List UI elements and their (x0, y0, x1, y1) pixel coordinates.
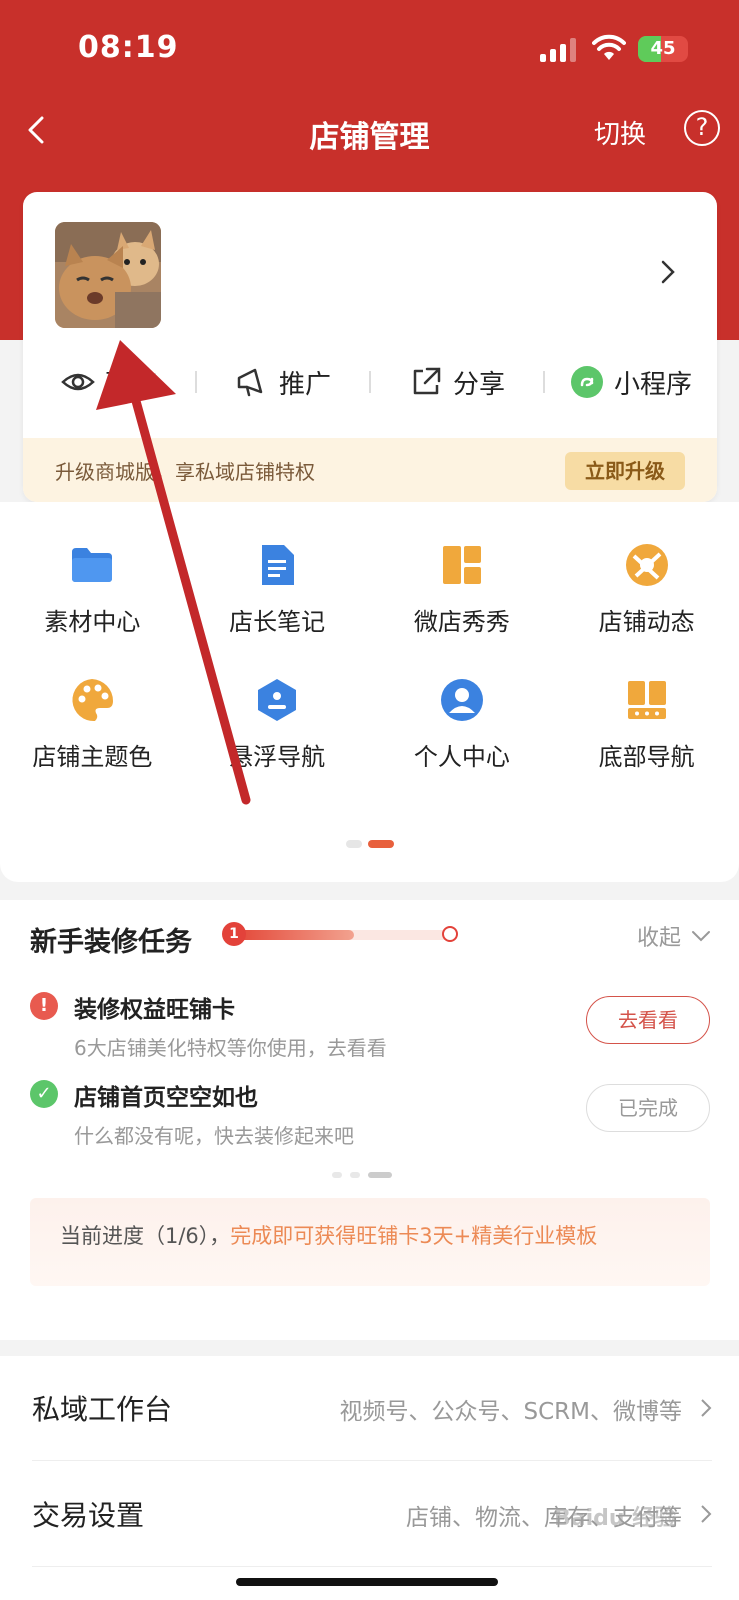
task-item: ✓ 店铺首页空空如也 什么都没有呢，快去装修起来吧 已完成 (30, 1076, 710, 1156)
user-icon (440, 679, 483, 721)
progress-end-marker (442, 926, 458, 942)
preview-button[interactable]: 预览 (23, 364, 195, 401)
grid-item-theme-color[interactable]: 店铺主题色 (0, 677, 185, 772)
mini-program-icon (570, 366, 603, 398)
share-label: 分享 (452, 369, 505, 400)
promote-button[interactable]: 推广 (197, 364, 369, 401)
chevron-right-icon (701, 1505, 712, 1523)
list-item-label: 交易设置 (32, 1499, 145, 1532)
upgrade-button[interactable]: 立即升级 (565, 452, 685, 490)
task-desc: 什么都没有呢，快去装修起来吧 (74, 1124, 354, 1148)
task-item: ! 装修权益旺铺卡 6大店铺美化特权等你使用，去看看 去看看 (30, 988, 710, 1068)
watermark: Baidu 经验 (554, 1506, 677, 1531)
divider (32, 1566, 712, 1567)
tools-grid: 素材中心 店长笔记 微店秀秀 店铺动态 店铺主题色 悬浮导航 个人中心 底部导航 (0, 542, 739, 772)
switch-store-button[interactable]: 切换 (594, 114, 646, 151)
mini-program-label: 小程序 (613, 369, 692, 400)
megaphone-icon (237, 368, 263, 397)
upgrade-banner: 升级商城版，享私域店铺特权 立即升级 (23, 438, 717, 502)
grid-item-store-feed[interactable]: 店铺动态 (554, 542, 739, 637)
upgrade-text: 升级商城版，享私域店铺特权 (55, 460, 315, 484)
task-progress-bar: 1 (222, 922, 458, 946)
collapse-label: 收起 (636, 926, 681, 951)
tools-panel: 素材中心 店长笔记 微店秀秀 店铺动态 店铺主题色 悬浮导航 个人中心 底部导航 (0, 502, 739, 882)
grid-item-bottom-nav[interactable]: 底部导航 (554, 677, 739, 772)
grid-item-label: 微店秀秀 (413, 608, 510, 636)
signal-icon (540, 38, 576, 62)
grid-item-label: 素材中心 (44, 608, 141, 636)
status-time: 08:19 (78, 30, 179, 65)
navigation-bar: 店铺管理 切换 ? (0, 100, 739, 160)
warning-icon: ! (30, 992, 58, 1020)
home-indicator[interactable] (236, 1578, 498, 1586)
grid-item-label: 店长笔记 (229, 608, 326, 636)
collapse-button[interactable]: 收起 (637, 920, 711, 952)
list-item-private-workbench[interactable]: 私域工作台 视频号、公众号、SCRM、微博等 (32, 1356, 712, 1460)
grid-item-material-center[interactable]: 素材中心 (0, 542, 185, 637)
store-detail-chevron-icon[interactable] (659, 258, 677, 286)
grid-item-floating-nav[interactable]: 悬浮导航 (185, 677, 370, 772)
aperture-icon (625, 544, 668, 586)
progress-note: 当前进度（1/6），完成即可获得旺铺卡3天+精美行业模板 (30, 1198, 710, 1286)
folder-icon (72, 548, 113, 582)
task-panel: 新手装修任务 1 收起 ! 装修权益旺铺卡 6大店铺美化特权等你使用，去看看 去… (0, 900, 739, 1340)
completed-button: 已完成 (586, 1084, 710, 1132)
share-button[interactable]: 分享 (371, 364, 543, 401)
share-icon (413, 367, 441, 395)
list-item-label: 私域工作台 (32, 1393, 173, 1426)
grid-page-indicator (346, 840, 394, 848)
wifi-icon (592, 34, 626, 60)
progress-start-marker: 1 (222, 922, 246, 946)
grid-item-label: 悬浮导航 (229, 743, 326, 771)
help-icon[interactable]: ? (684, 110, 720, 146)
palette-icon (72, 679, 114, 722)
task-page-indicator (332, 1172, 396, 1178)
task-name: 装修权益旺铺卡 (74, 997, 235, 1023)
task-name: 店铺首页空空如也 (74, 1085, 258, 1111)
layout-icon (442, 546, 481, 584)
eye-icon (61, 373, 95, 391)
progress-note-prefix: 当前进度（1/6）， (60, 1224, 231, 1248)
store-actions: 预览 推广 分享 小程序 (23, 352, 717, 412)
store-card: 预览 推广 分享 小程序 升级商城版，享私域店铺特权 立即升级 (23, 192, 717, 502)
mini-program-button[interactable]: 小程序 (545, 364, 717, 401)
battery-icon: 45 (638, 36, 688, 62)
chevron-right-icon (701, 1399, 712, 1417)
chevron-down-icon (692, 931, 710, 942)
bottom-nav-icon (627, 681, 666, 719)
promote-label: 推广 (278, 369, 331, 400)
progress-note-reward: 完成即可获得旺铺卡3天+精美行业模板 (230, 1224, 598, 1248)
battery-level: 45 (650, 38, 676, 59)
grid-item-weidian-show[interactable]: 微店秀秀 (370, 542, 555, 637)
divider (32, 1460, 712, 1461)
grid-item-label: 底部导航 (598, 743, 695, 771)
store-avatar[interactable] (55, 222, 161, 328)
grid-item-label: 个人中心 (413, 743, 510, 771)
grid-item-manager-notes[interactable]: 店长笔记 (185, 542, 370, 637)
settings-list: 私域工作台 视频号、公众号、SCRM、微博等 交易设置 店铺、物流、库存、支付等 (0, 1356, 739, 1600)
grid-item-personal-center[interactable]: 个人中心 (370, 677, 555, 772)
grid-item-label: 店铺主题色 (32, 743, 153, 771)
task-section-title: 新手装修任务 (30, 927, 192, 958)
grid-item-label: 店铺动态 (598, 608, 695, 636)
note-icon (262, 545, 295, 585)
status-bar: 08:19 45 (0, 26, 739, 72)
check-icon: ✓ (30, 1080, 58, 1108)
hexagon-icon (258, 679, 297, 721)
go-see-button[interactable]: 去看看 (586, 996, 710, 1044)
task-desc: 6大店铺美化特权等你使用，去看看 (74, 1036, 387, 1060)
list-item-value: 视频号、公众号、SCRM、微博等 (339, 1399, 682, 1425)
preview-label: 预览 (104, 369, 157, 400)
